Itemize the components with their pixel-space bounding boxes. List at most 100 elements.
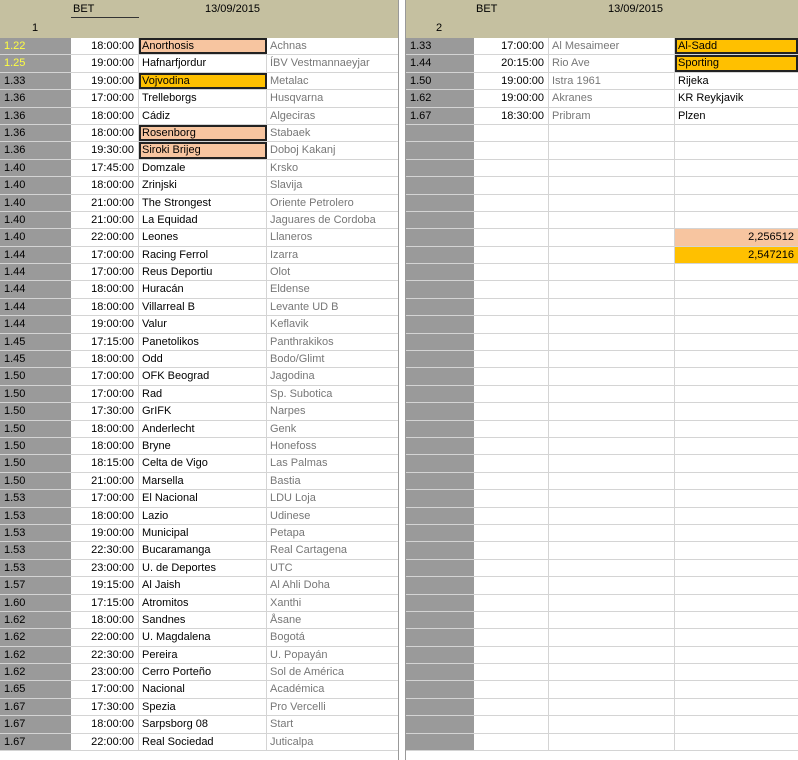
kickoff-time-cell[interactable]: 17:45:00 [71,159,139,177]
kickoff-time-cell[interactable] [474,281,549,298]
home-team-cell[interactable]: Odd [139,351,267,368]
home-team-cell[interactable]: Hafnarfjordur [139,55,267,72]
odds-cell[interactable]: 1.36 [0,90,71,107]
home-team-cell[interactable] [549,385,675,403]
odds-cell[interactable]: 1.53 [0,524,71,542]
away-team-cell[interactable]: Udinese [267,508,398,524]
kickoff-time-cell[interactable]: 19:00:00 [71,524,139,542]
kickoff-time-cell[interactable]: 19:00:00 [474,90,549,107]
odds-cell[interactable] [406,472,474,490]
home-team-cell[interactable] [549,716,675,733]
home-team-cell[interactable] [549,594,675,611]
kickoff-time-cell[interactable] [474,229,549,246]
odds-cell[interactable]: 1.50 [0,437,71,455]
kickoff-time-cell[interactable] [474,733,549,751]
odds-cell[interactable]: 1.22 [0,38,71,55]
away-team-cell[interactable]: Genk [267,421,398,437]
kickoff-time-cell[interactable]: 23:00:00 [71,664,139,681]
home-team-cell[interactable]: Spezia [139,698,267,716]
odds-cell[interactable] [406,437,474,455]
away-team-cell[interactable]: Real Cartagena [267,542,398,558]
home-team-cell[interactable]: OFK Beograd [139,368,267,385]
kickoff-time-cell[interactable]: 19:00:00 [71,55,139,72]
odds-cell[interactable]: 1.40 [0,211,71,229]
kickoff-time-cell[interactable] [474,177,549,194]
away-team-cell[interactable]: ÍBV Vestmannaeyjar [267,55,398,71]
kickoff-time-cell[interactable] [474,559,549,577]
away-team-cell[interactable]: Rijeka [675,73,798,89]
kickoff-time-cell[interactable]: 21:00:00 [71,211,139,229]
odds-cell[interactable]: 1.33 [0,72,71,90]
odds-cell[interactable]: 1.50 [0,420,71,437]
away-team-cell[interactable] [675,351,798,367]
away-team-cell[interactable] [675,368,798,384]
away-team-cell[interactable]: Al-Sadd [675,38,798,55]
home-team-cell[interactable]: GrIFK [139,403,267,420]
home-team-cell[interactable] [549,490,675,507]
away-team-cell[interactable] [675,160,798,176]
home-team-cell[interactable]: Akranes [549,90,675,107]
home-team-cell[interactable]: Pribram [549,107,675,124]
home-team-cell[interactable]: Istra 1961 [549,72,675,90]
kickoff-time-cell[interactable]: 17:00:00 [71,490,139,507]
odds-cell[interactable] [406,559,474,577]
kickoff-time-cell[interactable] [474,385,549,403]
kickoff-time-cell[interactable] [474,403,549,420]
home-team-cell[interactable] [549,472,675,490]
away-team-cell[interactable]: UTC [267,560,398,576]
home-team-cell[interactable] [549,698,675,716]
away-team-cell[interactable]: Slavija [267,177,398,193]
away-team-cell[interactable]: Al Ahli Doha [267,577,398,593]
home-team-cell[interactable] [549,629,675,646]
kickoff-time-cell[interactable] [474,298,549,316]
kickoff-time-cell[interactable] [474,629,549,646]
kickoff-time-cell[interactable]: 22:30:00 [71,646,139,664]
home-team-cell[interactable]: Al Jaish [139,577,267,594]
odds-cell[interactable]: 1.57 [0,577,71,594]
kickoff-time-cell[interactable]: 17:30:00 [71,403,139,420]
away-team-cell[interactable]: KR Reykjavik [675,90,798,106]
kickoff-time-cell[interactable] [474,472,549,490]
home-team-cell[interactable]: Rio Ave [549,55,675,72]
odds-cell[interactable]: 1.53 [0,490,71,507]
away-team-cell[interactable]: Metalac [267,73,398,89]
home-team-cell[interactable] [549,681,675,698]
home-team-cell[interactable] [549,577,675,594]
odds-cell[interactable] [406,194,474,211]
home-team-cell[interactable]: Leones [139,229,267,246]
kickoff-time-cell[interactable] [474,142,549,159]
odds-cell[interactable]: 1.65 [0,681,71,698]
home-team-cell[interactable]: Marsella [139,472,267,490]
home-team-cell[interactable]: Racing Ferrol [139,246,267,264]
home-team-cell[interactable]: El Nacional [139,490,267,507]
away-team-cell[interactable] [675,734,798,750]
odds-cell[interactable] [406,629,474,646]
odds-cell[interactable] [406,368,474,385]
kickoff-time-cell[interactable]: 17:00:00 [71,246,139,264]
kickoff-time-cell[interactable]: 18:00:00 [71,124,139,142]
odds-cell[interactable]: 1.53 [0,542,71,559]
kickoff-time-cell[interactable]: 18:00:00 [71,281,139,298]
home-team-cell[interactable] [549,177,675,194]
kickoff-time-cell[interactable] [474,577,549,594]
odds-cell[interactable]: 1.44 [0,298,71,316]
away-team-cell[interactable] [675,525,798,541]
header-row-2[interactable] [71,19,398,38]
home-team-cell[interactable] [549,368,675,385]
kickoff-time-cell[interactable]: 18:00:00 [71,716,139,733]
odds-cell[interactable]: 1.40 [0,159,71,177]
kickoff-time-cell[interactable] [474,333,549,351]
kickoff-time-cell[interactable]: 18:00:00 [71,107,139,124]
home-team-cell[interactable]: Lazio [139,507,267,524]
away-team-cell[interactable] [675,264,798,280]
kickoff-time-cell[interactable]: 17:00:00 [71,90,139,107]
home-team-cell[interactable]: Pereira [139,646,267,664]
odds-cell[interactable] [406,733,474,751]
away-team-cell[interactable]: Doboj Kakanj [267,142,398,158]
odds-cell[interactable] [406,577,474,594]
home-team-cell[interactable] [549,611,675,629]
odds-cell[interactable]: 1.62 [0,611,71,629]
kickoff-time-cell[interactable]: 21:00:00 [71,194,139,211]
odds-cell[interactable] [406,142,474,159]
home-team-cell[interactable]: Cerro Porteño [139,664,267,681]
